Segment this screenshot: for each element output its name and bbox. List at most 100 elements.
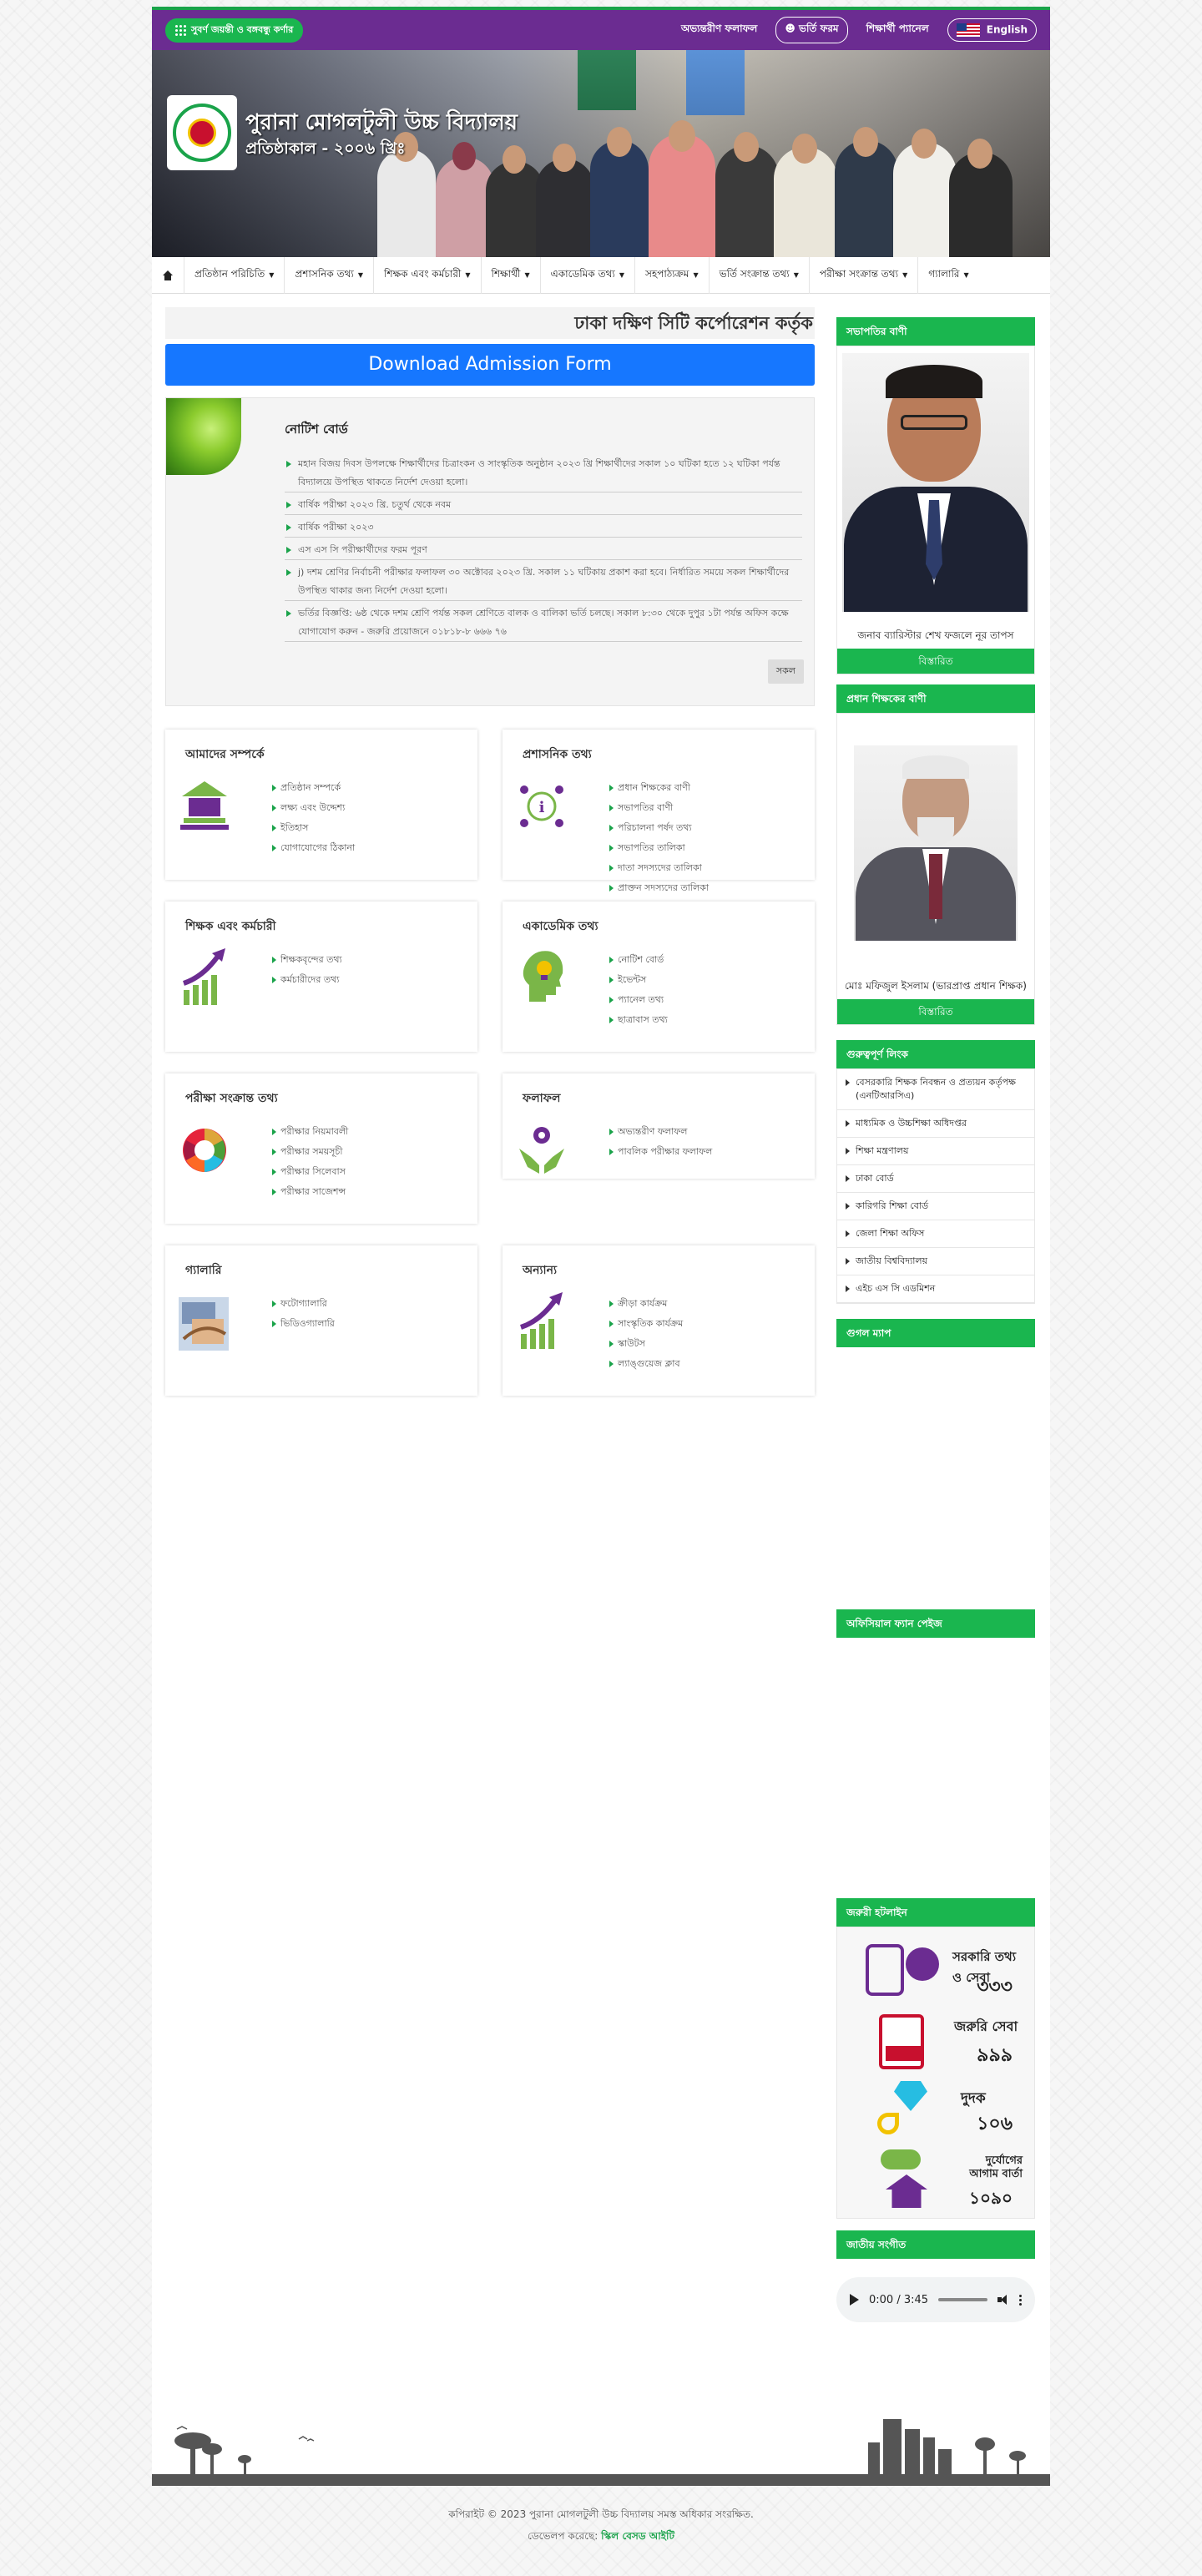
facebook-page-heading: অফিসিয়াল ফ্যান পেইজ bbox=[836, 1609, 1035, 1638]
nav-administrative[interactable]: প্রশাসনিক তথ্য ▼ bbox=[285, 256, 375, 294]
hotline-333[interactable]: সরকারি তথ্য ও সেবা ৩৩৩ bbox=[861, 1939, 1019, 2004]
card-about-us: আমাদের সম্পর্কে প্রতিষ্ঠান সম্পর্কে লক্ষ… bbox=[165, 730, 477, 880]
card-link[interactable]: সাংস্কৃতিক কার্যক্রম bbox=[609, 1314, 683, 1334]
important-link[interactable]: কারিগরি শিক্ষা বোর্ড bbox=[837, 1193, 1034, 1220]
card-link[interactable]: স্কাউটস bbox=[609, 1334, 683, 1354]
nav-academic[interactable]: একাডেমিক তথ্য ▼ bbox=[541, 256, 636, 294]
card-link[interactable]: পরীক্ষার সিলেবাস bbox=[272, 1162, 348, 1182]
home-link[interactable] bbox=[152, 256, 184, 294]
news-ticker[interactable]: ঢাকা দক্ষিণ সিটি কর্পোরেশন কর্তৃক bbox=[165, 307, 815, 339]
notice-item[interactable]: ভর্তির বিজ্ঞপ্তি: ৬ষ্ঠ থেকে দশম শ্রেণি প… bbox=[285, 604, 802, 642]
chairman-widget: জনাব ব্যারিস্টার শেখ ফজলে নূর তাপস বিস্ত… bbox=[836, 346, 1035, 674]
card-link[interactable]: পরীক্ষার সময়সূচী bbox=[272, 1142, 348, 1162]
hotline-1090[interactable]: দুর্যোগের আগাম বার্তা ১০৯০ bbox=[861, 2146, 1023, 2211]
hands-gear-icon bbox=[519, 1127, 564, 1174]
card-gallery: গ্যালারি ফটোগ্যালারি ভিডিওগ্যালারি bbox=[165, 1245, 477, 1396]
card-link[interactable]: ছাত্রাবাস তথ্য bbox=[609, 1010, 668, 1030]
card-link[interactable]: পরিচালনা পর্ষদ তথ্য bbox=[609, 818, 709, 838]
nav-students[interactable]: শিক্ষার্থী ▼ bbox=[482, 256, 541, 294]
hotline-number: ৯৯৯ bbox=[977, 2045, 1013, 2066]
card-link[interactable]: দাতা সদস্যদের তালিকা bbox=[609, 858, 709, 878]
nav-exam[interactable]: পরীক্ষা সংক্রান্ত তথ্য ▼ bbox=[810, 256, 919, 294]
school-logo[interactable] bbox=[167, 95, 237, 170]
card-link[interactable]: কর্মচারীদের তথ্য bbox=[272, 970, 342, 990]
card-link[interactable]: ফটোগ্যালারি bbox=[272, 1294, 335, 1314]
card-link[interactable]: অভ্যন্তরীণ ফলাফল bbox=[609, 1122, 712, 1142]
nav-teachers[interactable]: শিক্ষক এবং কর্মচারী ▼ bbox=[374, 256, 482, 294]
chairman-message-heading: সভাপতির বাণী bbox=[836, 317, 1035, 346]
card-link[interactable]: ল্যাঙ্গুয়েজ ক্লাব bbox=[609, 1354, 683, 1374]
admission-form-link[interactable]: ☻ ভর্তি ফরম bbox=[775, 17, 848, 43]
download-admission-form-button[interactable]: Download Admission Form bbox=[165, 344, 815, 386]
volume-icon[interactable] bbox=[997, 2295, 1009, 2305]
student-panel-link[interactable]: শিক্ষার্থী প্যানেল bbox=[858, 18, 937, 43]
hotline-heading: জরুরী হটলাইন bbox=[836, 1898, 1035, 1927]
notice-item[interactable]: বার্ষিক পরীক্ষা ২০২৩ খ্রি. চতুর্থ থেকে ন… bbox=[285, 496, 802, 515]
header-banner: পুরানা মোগলটুলী উচ্চ বিদ্যালয় প্রতিষ্ঠা… bbox=[152, 50, 1050, 257]
admission-form-label: ভর্তি ফরম bbox=[799, 23, 839, 34]
developer-link[interactable]: স্কিল বেসড আইটি bbox=[601, 2530, 674, 2542]
important-link[interactable]: জেলা শিক্ষা অফিস bbox=[837, 1220, 1034, 1248]
card-link[interactable]: সভাপতির বাণী bbox=[609, 798, 709, 818]
facebook-page-embed[interactable] bbox=[836, 1638, 1035, 1898]
golden-jubilee-button[interactable]: সুবর্ণ জয়ন্তী ও বঙ্গবন্ধু কর্ণার bbox=[165, 18, 304, 43]
google-map-embed[interactable] bbox=[836, 1347, 1035, 1609]
card-link[interactable]: ভিডিওগ্যালারি bbox=[272, 1314, 335, 1334]
card-results: ফলাফল অভ্যন্তরীণ ফলাফল পাবলিক পরীক্ষার ফ… bbox=[503, 1073, 815, 1179]
diamond-icon bbox=[894, 2081, 927, 2111]
nav-gallery[interactable]: গ্যালারি ▼ bbox=[918, 257, 978, 294]
top-links: অভ্যন্তরীণ ফলাফল ☻ ভর্তি ফরম শিক্ষার্থী … bbox=[673, 17, 1037, 43]
nav-admission[interactable]: ভর্তি সংক্রান্ত তথ্য ▼ bbox=[710, 256, 810, 294]
card-link[interactable]: শিক্ষকবৃন্দের তথ্য bbox=[272, 950, 342, 970]
notice-item[interactable]: বার্ষিক পরীক্ষা ২০২৩ bbox=[285, 518, 802, 538]
caret-down-icon: ▼ bbox=[465, 271, 471, 279]
headmaster-details-button[interactable]: বিস্তারিত bbox=[837, 999, 1034, 1024]
language-switch[interactable]: English bbox=[947, 18, 1037, 42]
audio-progress-bar[interactable] bbox=[938, 2298, 987, 2301]
card-link[interactable]: প্রধান শিক্ষকের বাণী bbox=[609, 778, 709, 798]
card-links: পরীক্ষার নিয়মাবলী পরীক্ষার সময়সূচী পরী… bbox=[272, 1122, 348, 1202]
all-notices-button[interactable]: সকল bbox=[767, 659, 804, 684]
card-link[interactable]: সভাপতির তালিকা bbox=[609, 838, 709, 858]
card-link[interactable]: যোগাযোগের ঠিকানা bbox=[272, 838, 355, 858]
important-link[interactable]: শিক্ষা মন্ত্রণালয় bbox=[837, 1138, 1034, 1165]
caret-down-icon: ▼ bbox=[963, 271, 969, 279]
important-link[interactable]: এইচ এস সি এডমিশন bbox=[837, 1275, 1034, 1303]
important-link[interactable]: বেসরকারি শিক্ষক নিবন্ধন ও প্রত্যয়ন কর্ত… bbox=[837, 1069, 1034, 1110]
card-links: নোটিশ বোর্ড ইভেন্টস প্যানেল তথ্য ছাত্রাব… bbox=[609, 950, 668, 1030]
card-link[interactable]: প্রাক্তন সদস্যদের তালিকা bbox=[609, 878, 709, 898]
important-link[interactable]: ঢাকা বোর্ড bbox=[837, 1165, 1034, 1193]
card-link[interactable]: পাবলিক পরীক্ষার ফলাফল bbox=[609, 1142, 712, 1162]
card-link[interactable]: নোটিশ বোর্ড bbox=[609, 950, 668, 970]
info-network-icon: i bbox=[520, 785, 563, 827]
card-link[interactable]: প্যানেল তথ্য bbox=[609, 990, 668, 1010]
play-icon[interactable] bbox=[850, 2294, 859, 2306]
caret-down-icon: ▼ bbox=[357, 271, 364, 279]
more-options-icon[interactable] bbox=[1019, 2294, 1022, 2306]
important-links-list: বেসরকারি শিক্ষক নিবন্ধন ও প্রত্যয়ন কর্ত… bbox=[836, 1068, 1035, 1304]
internal-result-link[interactable]: অভ্যন্তরীণ ফলাফল bbox=[673, 18, 765, 43]
hotline-106[interactable]: দুদক ১০৬ bbox=[861, 2076, 1019, 2141]
important-link[interactable]: মাধ্যমিক ও উচ্চশিক্ষা অধিদপ্তর bbox=[837, 1110, 1034, 1138]
important-link[interactable]: জাতীয় বিশ্ববিদ্যালয় bbox=[837, 1248, 1034, 1275]
hotline-999[interactable]: জরুরি সেবা ৯৯৯ bbox=[861, 2008, 1019, 2073]
card-link[interactable]: ক্রীড়া কার্যক্রম bbox=[609, 1294, 683, 1314]
caret-down-icon: ▼ bbox=[524, 271, 530, 279]
main-nav: প্রতিষ্ঠান পরিচিতি ▼ প্রশাসনিক তথ্য ▼ শিক্… bbox=[152, 256, 1050, 294]
caret-down-icon: ▼ bbox=[269, 271, 275, 279]
nav-cocurricular[interactable]: সহপাঠ্যক্রম ▼ bbox=[635, 256, 710, 294]
notice-item[interactable]: j) দশম শ্রেণির নির্বাচনী পরীক্ষার ফলাফল … bbox=[285, 563, 802, 601]
card-link[interactable]: পরীক্ষার সাজেশন্স bbox=[272, 1182, 348, 1202]
card-link[interactable]: পরীক্ষার নিয়মাবলী bbox=[272, 1122, 348, 1142]
notice-item[interactable]: মহান বিজয় দিবস উপলক্ষে শিক্ষার্থীদের চি… bbox=[285, 455, 802, 492]
institution-building-icon bbox=[180, 781, 229, 830]
card-link[interactable]: লক্ষ্য এবং উদ্দেশ্য bbox=[272, 798, 355, 818]
card-link[interactable]: ইতিহাস bbox=[272, 818, 355, 838]
notice-item[interactable]: এস এস সি পরীক্ষার্থীদের ফরম পূরণ bbox=[285, 541, 802, 560]
card-link[interactable]: ইভেন্টস bbox=[609, 970, 668, 990]
chairman-details-button[interactable]: বিস্তারিত bbox=[837, 649, 1034, 674]
caret-down-icon: ▼ bbox=[693, 271, 699, 279]
nav-institution[interactable]: প্রতিষ্ঠান পরিচিতি ▼ bbox=[184, 256, 285, 294]
card-link[interactable]: প্রতিষ্ঠান সম্পর্কে bbox=[272, 778, 355, 798]
svg-text:i: i bbox=[539, 799, 545, 816]
